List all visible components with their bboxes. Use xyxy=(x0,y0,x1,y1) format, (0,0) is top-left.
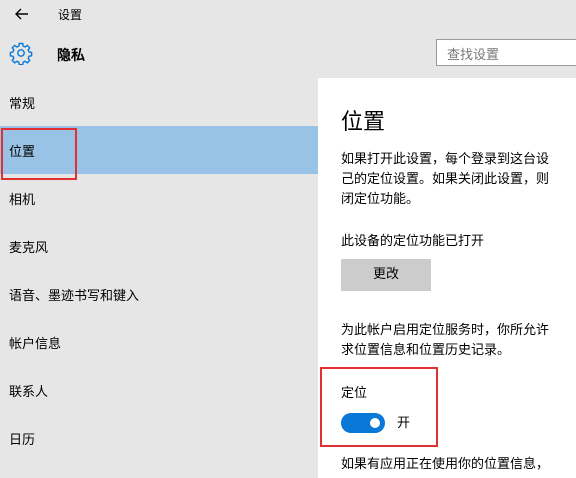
change-button-label: 更改 xyxy=(372,267,399,282)
sidebar: 常规 位置 相机 麦克风 语音、墨迹书写和键入 帐户信息 联系人 日历 xyxy=(0,78,318,478)
main-content: 位置 如果打开此设置，每个登录到这台设 己的定位设置。如果关闭此设置，则 闭定位… xyxy=(318,78,576,478)
sidebar-item-label: 联系人 xyxy=(9,385,49,400)
device-location-status: 此设备的定位功能已打开 xyxy=(341,234,485,249)
intro-text-line-1: 如果打开此设置，每个登录到这台设 xyxy=(341,152,550,167)
bottom-text-line: 如果有应用正在使用你的位置信息， xyxy=(341,457,550,472)
sidebar-item-speech-inking-typing[interactable]: 语音、墨迹书写和键入 xyxy=(0,270,318,318)
account-text-line-2: 求位置信息和位置历史记录。 xyxy=(341,343,511,358)
intro-text-line-3: 闭定位功能。 xyxy=(341,192,420,207)
intro-text-line-2: 己的定位设置。如果关闭此设置，则 xyxy=(341,172,550,187)
location-label: 定位 xyxy=(341,386,368,401)
sidebar-item-label: 日历 xyxy=(9,433,36,448)
page-title: 隐私 xyxy=(57,48,85,64)
search-placeholder: 查找设置 xyxy=(447,48,500,63)
title-bar: 设置 xyxy=(0,0,576,28)
page-header: 隐私 查找设置 xyxy=(0,28,576,78)
search-input[interactable]: 查找设置 xyxy=(436,39,576,66)
sidebar-item-label: 语音、墨迹书写和键入 xyxy=(9,289,140,304)
sidebar-item-label: 麦克风 xyxy=(9,241,49,256)
window-title: 设置 xyxy=(58,8,83,22)
sidebar-item-label: 常规 xyxy=(9,97,36,112)
sidebar-item-camera[interactable]: 相机 xyxy=(0,174,318,222)
gear-icon xyxy=(9,42,33,65)
change-button[interactable]: 更改 xyxy=(341,259,431,291)
sidebar-item-label: 位置 xyxy=(9,145,36,160)
sidebar-item-label: 帐户信息 xyxy=(9,337,62,352)
account-text-line-1: 为此帐户启用定位服务时，你所允许 xyxy=(341,323,550,338)
sidebar-item-calendar[interactable]: 日历 xyxy=(0,414,318,462)
sidebar-item-general[interactable]: 常规 xyxy=(0,78,318,126)
sidebar-item-microphone[interactable]: 麦克风 xyxy=(0,222,318,270)
toggle-state-label: 开 xyxy=(397,416,411,431)
sidebar-item-account-info[interactable]: 帐户信息 xyxy=(0,318,318,366)
toggle-knob xyxy=(370,418,380,428)
sidebar-item-location[interactable]: 位置 xyxy=(0,126,318,174)
sidebar-item-label: 相机 xyxy=(9,193,36,208)
sidebar-item-contacts[interactable]: 联系人 xyxy=(0,366,318,414)
back-arrow-icon[interactable] xyxy=(12,4,32,24)
section-title: 位置 xyxy=(341,110,386,135)
location-toggle[interactable] xyxy=(341,413,385,433)
